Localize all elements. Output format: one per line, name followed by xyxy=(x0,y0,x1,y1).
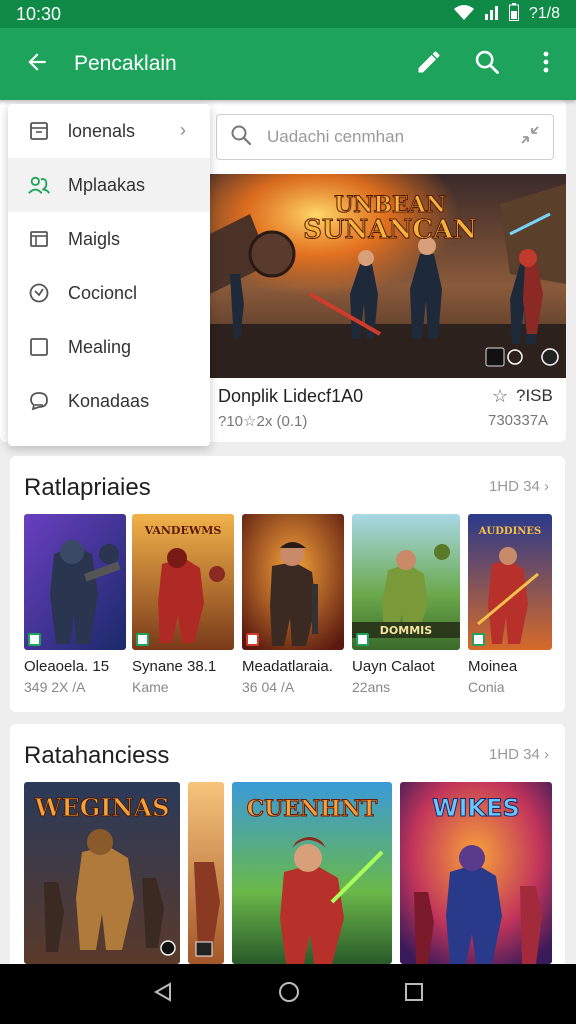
app-artwork xyxy=(24,514,126,650)
collapse-arrows-icon[interactable] xyxy=(519,124,541,151)
menu-item-4[interactable]: Cocioncl xyxy=(8,266,210,320)
more-options-button[interactable] xyxy=(516,28,576,100)
section-title: Ratahanciess xyxy=(24,742,170,769)
menu-item-label: lonenals xyxy=(68,120,136,141)
app-artwork: VANDEWMS xyxy=(132,514,234,650)
status-right-text: ?1/8 xyxy=(528,5,560,22)
app-sub: Kame xyxy=(132,679,169,695)
featured-right-bottom: 730337A xyxy=(488,412,549,429)
archive-icon xyxy=(28,120,50,142)
app-name: Synane 38.1 xyxy=(132,658,217,675)
content-area[interactable]: UNBEAN SUNANCAN Donplik Lidecf1A0 ?10☆2x… xyxy=(0,100,576,964)
app-name: Moinea xyxy=(468,658,518,675)
checkbox-icon xyxy=(28,336,50,358)
menu-item-1[interactable]: lonenals › xyxy=(8,104,210,158)
app-tile[interactable]: Oleaoela. 15 349 2X /A xyxy=(24,514,126,695)
people-icon xyxy=(28,174,50,196)
app-artwork xyxy=(242,514,344,650)
banner-title-line2: SUNANCAN xyxy=(303,215,477,245)
app-artwork: WIKES xyxy=(400,782,552,964)
search-input[interactable] xyxy=(267,127,505,147)
wifi-icon xyxy=(453,4,475,25)
chat-icon xyxy=(28,390,50,412)
section-1: Ratlapriaies 1HD 34 › Oleaoela. 15 349 2… xyxy=(10,456,565,712)
menu-item-label: Mplaakas xyxy=(68,174,146,195)
app-artwork: WEGINAS xyxy=(24,782,180,964)
app-bar: Pencaklain xyxy=(0,28,576,100)
search-button[interactable] xyxy=(458,28,516,100)
back-triangle-icon[interactable] xyxy=(152,981,174,1008)
app-bar-title: Pencaklain xyxy=(74,52,177,75)
menu-item-label: Maigls xyxy=(68,228,121,249)
status-icons: ?1/8 xyxy=(453,2,560,26)
menu-item-label: Mealing xyxy=(68,336,132,357)
menu-item-6[interactable]: Konadaas xyxy=(8,374,210,428)
app-artwork xyxy=(188,782,224,964)
system-nav-bar xyxy=(0,964,576,1024)
app-badge-icon xyxy=(246,633,259,646)
more-vert-icon xyxy=(542,50,550,79)
app-tile[interactable]: CUENHNT xyxy=(232,782,392,964)
battery-icon xyxy=(508,2,519,26)
app-sub: 22ans xyxy=(352,679,391,695)
dropdown-menu: lonenals › Mplaakas Maigls Cocioncl Meal… xyxy=(8,104,210,446)
featured-title: Donplik Lidecf1A0 xyxy=(218,386,364,406)
section-more-link[interactable]: 1HD 34 › xyxy=(489,478,549,495)
featured-banner[interactable]: UNBEAN SUNANCAN xyxy=(210,174,566,378)
featured-right-top: ?ISB xyxy=(516,386,553,405)
app-tile[interactable]: DOMMIS Uayn Calaot 22ans xyxy=(352,514,460,695)
section-more-link[interactable]: 1HD 34 › xyxy=(489,746,549,763)
search-field[interactable] xyxy=(216,114,554,160)
app-badge-icon xyxy=(28,633,41,646)
back-arrow-icon xyxy=(24,49,50,80)
app-sub: 349 2X /A xyxy=(24,679,86,695)
app-art-title: WEGINAS xyxy=(34,793,170,822)
search-icon xyxy=(473,48,501,81)
app-sub: 36 04 /A xyxy=(242,679,295,695)
recents-square-icon[interactable] xyxy=(404,982,424,1007)
app-badge-icon xyxy=(356,633,369,646)
status-bar: 10:30 ?1/8 xyxy=(0,0,576,28)
app-name: Uayn Calaot xyxy=(352,658,435,675)
app-name: Oleaoela. 15 xyxy=(24,658,110,675)
star-icon[interactable]: ☆ xyxy=(492,386,508,407)
search-icon xyxy=(229,123,253,152)
app-badge-icon xyxy=(136,633,149,646)
app-art-title: DOMMIS xyxy=(380,624,432,637)
menu-item-3[interactable]: Maigls xyxy=(8,212,210,266)
chevron-right-icon: › xyxy=(180,120,186,140)
app-artwork: DOMMIS xyxy=(352,514,460,650)
app-art-title: CUENHNT xyxy=(247,796,378,822)
status-time: 10:30 xyxy=(16,3,62,24)
app-artwork: CUENHNT xyxy=(232,782,392,964)
app-tile[interactable]: VANDEWMS Synane 38.1 Kame xyxy=(132,514,234,695)
app-art-title: AUDDINES xyxy=(478,526,542,537)
signal-icon xyxy=(484,4,499,25)
app-tile[interactable]: Meadatlaraia. 36 04 /A xyxy=(242,514,344,695)
tray-icon xyxy=(28,228,50,250)
app-badge-icon xyxy=(472,633,485,646)
app-name: Meadatlaraia. xyxy=(242,658,333,675)
back-button[interactable] xyxy=(0,28,74,100)
pencil-icon xyxy=(415,48,443,81)
menu-item-5[interactable]: Mealing xyxy=(8,320,210,374)
app-art-title: WIKES xyxy=(432,794,520,822)
menu-item-2[interactable]: Mplaakas xyxy=(8,158,210,212)
featured-info[interactable]: Donplik Lidecf1A0 ?10☆2x (0.1) ☆ ?ISB 73… xyxy=(210,378,566,440)
menu-item-label: Konadaas xyxy=(68,390,150,411)
section-title: Ratlapriaies xyxy=(24,474,151,501)
app-tile[interactable]: WIKES xyxy=(400,782,552,964)
menu-item-label: Cocioncl xyxy=(68,282,138,303)
app-artwork: AUDDINES xyxy=(468,514,552,650)
featured-meta: ?10☆2x (0.1) xyxy=(218,413,308,430)
home-circle-icon[interactable] xyxy=(277,980,301,1009)
app-tile[interactable] xyxy=(188,782,224,964)
clock-icon xyxy=(28,282,50,304)
app-tile[interactable]: WEGINAS xyxy=(24,782,180,964)
app-art-title: VANDEWMS xyxy=(144,524,222,537)
edit-button[interactable] xyxy=(400,28,458,100)
app-tile[interactable]: AUDDINES Moinea Conia xyxy=(468,514,552,695)
section-2: Ratahanciess 1HD 34 › WEGINAS CUENHNT WI… xyxy=(10,724,565,964)
app-sub: Conia xyxy=(468,679,505,695)
